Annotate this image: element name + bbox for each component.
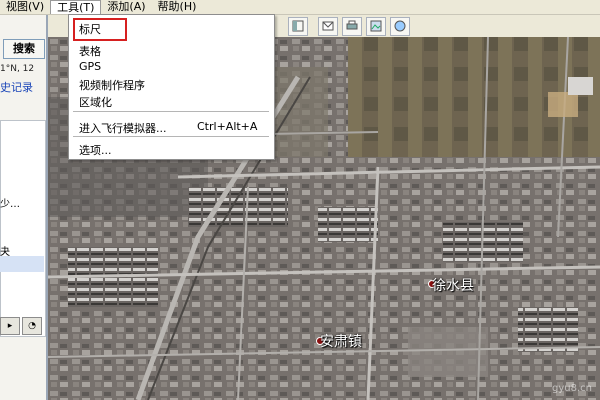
menu-bar: 视图(V) 工具(T) 添加(A) 帮助(H) xyxy=(0,0,600,15)
place-item-selected[interactable] xyxy=(0,256,44,272)
menu-item-ruler[interactable]: 标尺 xyxy=(79,21,101,37)
globe-icon xyxy=(394,20,406,32)
menu-item-table[interactable]: 表格 xyxy=(79,43,101,59)
email-button[interactable] xyxy=(318,17,338,36)
map-label-ansu[interactable]: 安肃镇 xyxy=(320,331,362,351)
print-button[interactable] xyxy=(342,17,362,36)
map-label-xushui[interactable]: 徐水县 xyxy=(432,275,474,295)
place-item-1[interactable]: 少… xyxy=(0,195,20,210)
coordinates-text: 1°N, 12 xyxy=(0,64,35,74)
menu-add[interactable]: 添加(A) xyxy=(101,0,151,14)
menu-separator xyxy=(73,136,269,137)
email-icon xyxy=(322,21,334,31)
save-image-button[interactable] xyxy=(366,17,386,36)
menu-item-video-maker[interactable]: 视频制作程序 xyxy=(79,77,145,93)
menu-tools[interactable]: 工具(T) xyxy=(50,0,102,14)
search-button[interactable]: 搜索 xyxy=(3,39,45,59)
tools-menu: 标尺 表格 GPS 视频制作程序 区域化 进入飞行模拟器... Ctrl+Alt… xyxy=(68,14,275,160)
menu-item-gps[interactable]: GPS xyxy=(79,60,101,73)
menu-item-flight-simulator[interactable]: 进入飞行模拟器... xyxy=(79,120,167,136)
sidebar-tool-button-2[interactable]: ◔ xyxy=(22,317,42,335)
menu-help[interactable]: 帮助(H) xyxy=(152,0,203,14)
menu-item-regionalize[interactable]: 区域化 xyxy=(79,94,112,110)
flight-simulator-shortcut: Ctrl+Alt+A xyxy=(197,120,258,133)
toolbar-button-5[interactable] xyxy=(390,17,410,36)
menu-view[interactable]: 视图(V) xyxy=(0,0,50,14)
menu-item-options[interactable]: 选项... xyxy=(79,142,112,158)
sidebar-tool-button-1[interactable]: ▸ xyxy=(0,317,20,335)
panel-icon xyxy=(292,20,304,32)
toolbar-button-1[interactable] xyxy=(288,17,308,36)
places-panel xyxy=(0,120,46,337)
print-icon xyxy=(346,20,358,30)
toolbar xyxy=(274,15,600,37)
place-item-2[interactable]: 夬 xyxy=(0,243,10,258)
menu-separator xyxy=(73,111,269,112)
image-icon xyxy=(370,20,382,32)
sidebar-tools: ▸ ◔ xyxy=(0,317,44,337)
history-link[interactable]: 史记录 xyxy=(0,79,33,95)
watermark: gyu8.cn xyxy=(552,383,592,394)
sidebar: 搜索 1°N, 12 史记录 少… 夬 ▸ ◔ xyxy=(0,15,48,400)
